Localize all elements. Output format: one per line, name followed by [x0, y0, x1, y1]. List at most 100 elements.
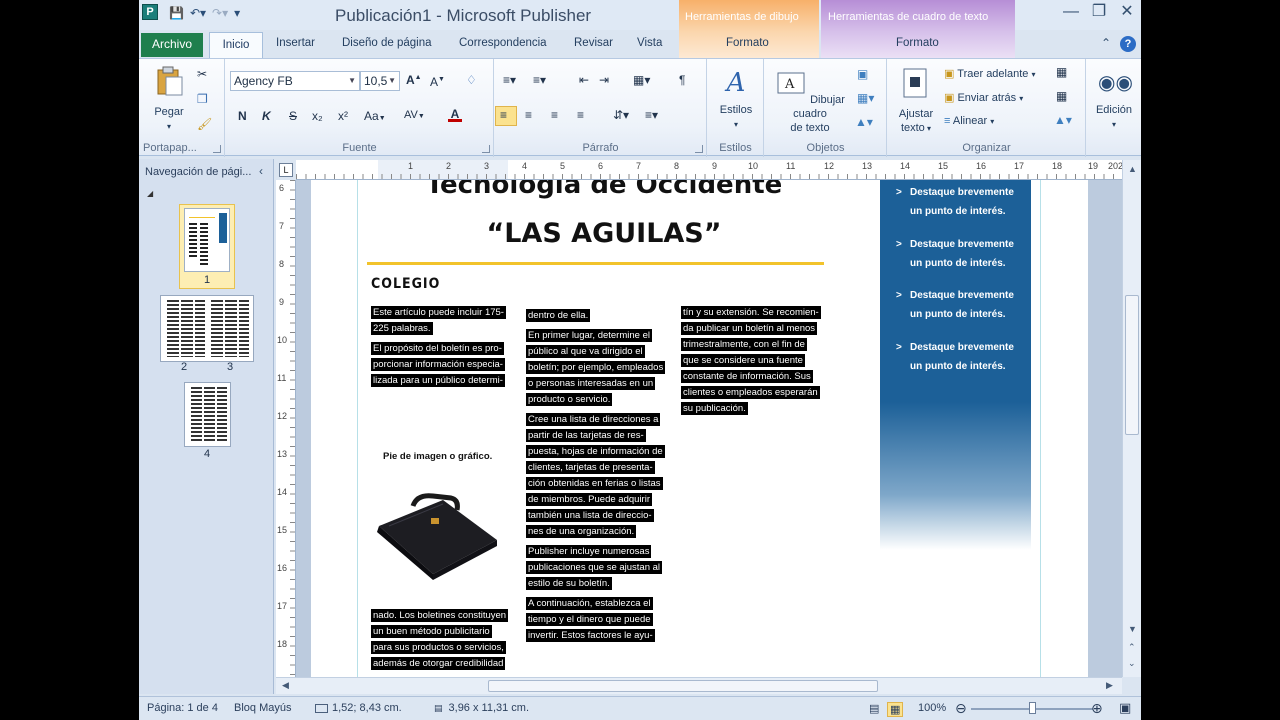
rotate-icon[interactable]: ▲▾	[1054, 113, 1072, 127]
subscript-button[interactable]: x₂	[312, 109, 323, 123]
tab-insertar[interactable]: Insertar	[276, 37, 315, 49]
show-formatting-button[interactable]: ¶	[679, 73, 685, 87]
zoom-slider-knob[interactable]	[1029, 702, 1036, 714]
bullets-icon[interactable]: ≡▾	[503, 73, 516, 87]
paragraph-launcher-icon[interactable]	[695, 145, 703, 153]
sidebar-bullet-2[interactable]: > Destaque brevemente un punto de interés.	[896, 235, 1014, 273]
decrease-indent-icon[interactable]: ⇤	[579, 73, 589, 87]
change-case-button[interactable]: Aa▼	[364, 109, 386, 123]
char-spacing-icon[interactable]: AV▼	[404, 109, 425, 121]
superscript-button[interactable]: x²	[338, 109, 348, 123]
horizontal-ruler[interactable]: 1 2 3 4 5 6 7 8 9 10 11 12 13 14 15 16 1…	[296, 160, 1122, 180]
scroll-left-icon[interactable]: ◀	[282, 680, 289, 691]
undo-icon[interactable]: ↶▾	[190, 6, 206, 20]
font-color-button[interactable]: A	[448, 107, 462, 122]
image-caption[interactable]: Pie de imagen o gráfico.	[383, 451, 492, 462]
two-page-view-icon[interactable]: ▦	[887, 702, 904, 717]
scroll-down-icon[interactable]: ▼	[1128, 624, 1137, 634]
page-thumbnail-2-3[interactable]	[160, 295, 254, 362]
tab-formato-dibujo[interactable]: Formato	[726, 37, 769, 49]
font-launcher-icon[interactable]	[482, 145, 490, 153]
tab-formato-texto[interactable]: Formato	[896, 37, 939, 49]
previous-page-icon[interactable]: ⌃	[1128, 642, 1136, 653]
restore-icon[interactable]: ❐	[1085, 0, 1113, 26]
send-backward-button[interactable]: ▣ Enviar atrás ▾	[944, 91, 1023, 104]
editing-button[interactable]: ◉◉ Edición ▾	[1091, 67, 1137, 132]
bold-button[interactable]: N	[238, 109, 247, 123]
document-workspace[interactable]: Tecnología de Occidente “LAS AGUILAS” CO…	[296, 180, 1122, 677]
tab-inicio[interactable]: Inicio	[209, 32, 263, 59]
help-icon[interactable]: ?	[1120, 36, 1136, 52]
align-right-icon[interactable]: ≡	[551, 108, 558, 122]
save-icon[interactable]: 💾	[169, 6, 184, 20]
vertical-scroll-thumb[interactable]	[1125, 295, 1139, 435]
collapse-pane-icon[interactable]: ‹	[259, 164, 263, 178]
publication-page[interactable]: Tecnología de Occidente “LAS AGUILAS” CO…	[311, 180, 1088, 677]
shrink-font-icon[interactable]: A▼	[430, 75, 445, 89]
grow-font-icon[interactable]: A▲	[406, 73, 422, 87]
vertical-scrollbar[interactable]: ▲ ▼ ⌃ ⌄	[1122, 160, 1141, 677]
publisher-app-icon[interactable]: P	[142, 4, 158, 20]
close-icon[interactable]: ✕	[1113, 0, 1141, 26]
sidebar-bullet-4[interactable]: > Destaque brevemente un punto de interés.	[896, 338, 1014, 376]
status-page[interactable]: Página: 1 de 4	[147, 702, 218, 714]
font-size-box[interactable]: 10,5 ▼	[360, 71, 400, 91]
table-icon[interactable]: ▦▾	[857, 91, 874, 105]
page-thumbnail-4[interactable]	[184, 382, 231, 447]
tab-vista[interactable]: Vista	[637, 37, 662, 49]
scroll-up-icon[interactable]: ▲	[1128, 164, 1137, 174]
sidebar-panel[interactable]: > Destaque brevemente un punto de interés.…	[880, 180, 1031, 550]
zoom-out-icon[interactable]: ⊖	[955, 700, 967, 717]
horizontal-scrollbar[interactable]: ◀ ▶	[276, 677, 1122, 694]
customize-qat-icon[interactable]: ▾	[234, 6, 240, 20]
draw-textbox-button[interactable]: A Dibujar cuadro de texto	[767, 67, 853, 135]
copy-icon[interactable]: ❐	[197, 92, 208, 106]
format-painter-icon[interactable]: 🖌	[197, 117, 212, 131]
clear-formatting-icon[interactable]: ♢	[466, 73, 477, 87]
numbering-icon[interactable]: ≡▾	[533, 73, 546, 87]
zoom-level[interactable]: 100%	[918, 702, 946, 714]
picture-icon[interactable]: ▣	[857, 67, 868, 81]
sidebar-bullet-1[interactable]: > Destaque brevemente un punto de interés.	[896, 183, 1014, 221]
italic-button[interactable]: K	[262, 109, 271, 123]
align-center-icon[interactable]: ≡	[525, 108, 532, 122]
tab-revisar[interactable]: Revisar	[574, 37, 613, 49]
bring-forward-button[interactable]: ▣ Traer adelante ▾	[944, 67, 1035, 80]
zoom-in-icon[interactable]: ⊕	[1091, 700, 1103, 717]
section-heading[interactable]: COLEGIO	[371, 276, 440, 292]
ungroup-objects-icon[interactable]: ▦	[1056, 89, 1067, 103]
justify-icon[interactable]: ≡	[577, 108, 584, 122]
tab-correspondencia[interactable]: Correspondencia	[459, 37, 547, 49]
briefcase-image[interactable]	[373, 486, 501, 582]
horizontal-scroll-thumb[interactable]	[488, 680, 878, 692]
redo-icon[interactable]: ↷▾	[212, 6, 228, 20]
vertical-ruler[interactable]: 6 7 8 9 10 11 12 13 14 15 16 17 18	[276, 180, 296, 677]
page-thumbnail-1-selected[interactable]: 1	[179, 204, 235, 289]
increase-indent-icon[interactable]: ⇥	[599, 73, 609, 87]
ruler-corner[interactable]: L	[276, 160, 296, 180]
shapes-icon[interactable]: ▲▾	[855, 115, 873, 129]
scroll-right-icon[interactable]: ▶	[1106, 680, 1113, 691]
align-left-icon[interactable]: ≡	[500, 108, 507, 122]
paste-button[interactable]: Pegar ▾	[147, 65, 191, 134]
text-column-3[interactable]: tín y su extensión. Se recomien-da publi…	[681, 305, 826, 421]
headline-line-1[interactable]: Tecnología de Occidente	[379, 180, 829, 200]
tab-archivo[interactable]: Archivo	[141, 33, 203, 57]
wrap-text-button[interactable]: Ajustar texto ▾	[890, 67, 942, 136]
minimize-ribbon-icon[interactable]: ⌃	[1101, 36, 1111, 50]
text-column-1-continued[interactable]: nado. Los boletines constituyen un buen m…	[371, 608, 511, 676]
align-button[interactable]: ≡ Alinear ▾	[944, 115, 994, 127]
paragraph-spacing-icon[interactable]: ≡▾	[645, 108, 658, 122]
fit-page-icon[interactable]: ▣	[1119, 700, 1131, 716]
tab-diseno-pagina[interactable]: Diseño de página	[342, 37, 432, 49]
expand-triangle-icon[interactable]: ◢	[147, 189, 153, 198]
font-family-box[interactable]: Agency FB ▼	[230, 71, 360, 91]
text-column-2[interactable]: dentro de ella. En primer lugar, determi…	[526, 308, 671, 648]
line-spacing-icon[interactable]: ⇵▾	[613, 108, 629, 122]
single-page-view-icon[interactable]: ▤	[869, 702, 879, 715]
strikethrough-button[interactable]: S	[289, 109, 297, 123]
next-page-icon[interactable]: ⌄	[1128, 658, 1136, 669]
group-objects-icon[interactable]: ▦	[1056, 65, 1067, 79]
sidebar-bullet-3[interactable]: > Destaque brevemente un punto de interés.	[896, 286, 1014, 324]
cut-icon[interactable]: ✂	[197, 67, 207, 81]
